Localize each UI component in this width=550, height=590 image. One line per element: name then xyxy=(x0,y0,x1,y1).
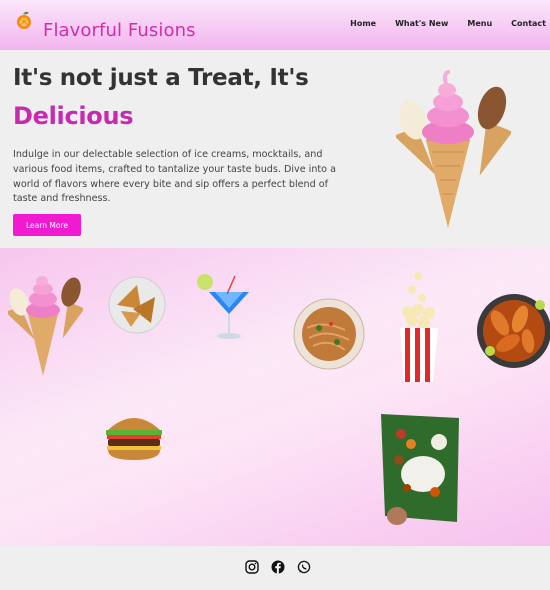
gallery-ice-cream[interactable] xyxy=(8,268,83,378)
nav-contact[interactable]: Contact xyxy=(511,19,546,28)
nav-home[interactable]: Home xyxy=(350,19,376,28)
nav-whats-new[interactable]: What's New xyxy=(395,19,448,28)
ice-cream-cones-image xyxy=(396,70,511,228)
hero-title: It's not just a Treat, It's xyxy=(13,65,309,91)
gallery-chicken-dish[interactable] xyxy=(474,291,550,369)
gallery-noodles[interactable] xyxy=(293,298,365,370)
gallery-blue-mocktail[interactable] xyxy=(195,270,253,342)
site-footer xyxy=(0,546,550,590)
food-gallery xyxy=(0,248,550,546)
gallery-samosa[interactable] xyxy=(107,275,167,335)
facebook-icon[interactable] xyxy=(271,560,285,574)
hero-section: It's not just a Treat, It's Delicious In… xyxy=(0,50,550,248)
gallery-banana-leaf-meal[interactable] xyxy=(377,412,462,527)
learn-more-button[interactable]: Learn More xyxy=(13,214,81,236)
gallery-burger[interactable] xyxy=(103,410,165,462)
social-links xyxy=(245,560,311,574)
gallery-popcorn[interactable] xyxy=(396,268,441,383)
site-header: Flavorful Fusions Home What's New Menu C… xyxy=(0,0,550,50)
hero-description: Indulge in our delectable selection of i… xyxy=(13,149,336,205)
orange-fruit-icon[interactable] xyxy=(14,10,34,30)
whatsapp-icon[interactable] xyxy=(297,560,311,574)
main-nav: Home What's New Menu Contact xyxy=(331,19,546,28)
nav-menu[interactable]: Menu xyxy=(467,19,492,28)
hero-title-highlight: Delicious xyxy=(13,102,134,130)
instagram-icon[interactable] xyxy=(245,560,259,574)
brand-name[interactable]: Flavorful Fusions xyxy=(43,20,196,41)
